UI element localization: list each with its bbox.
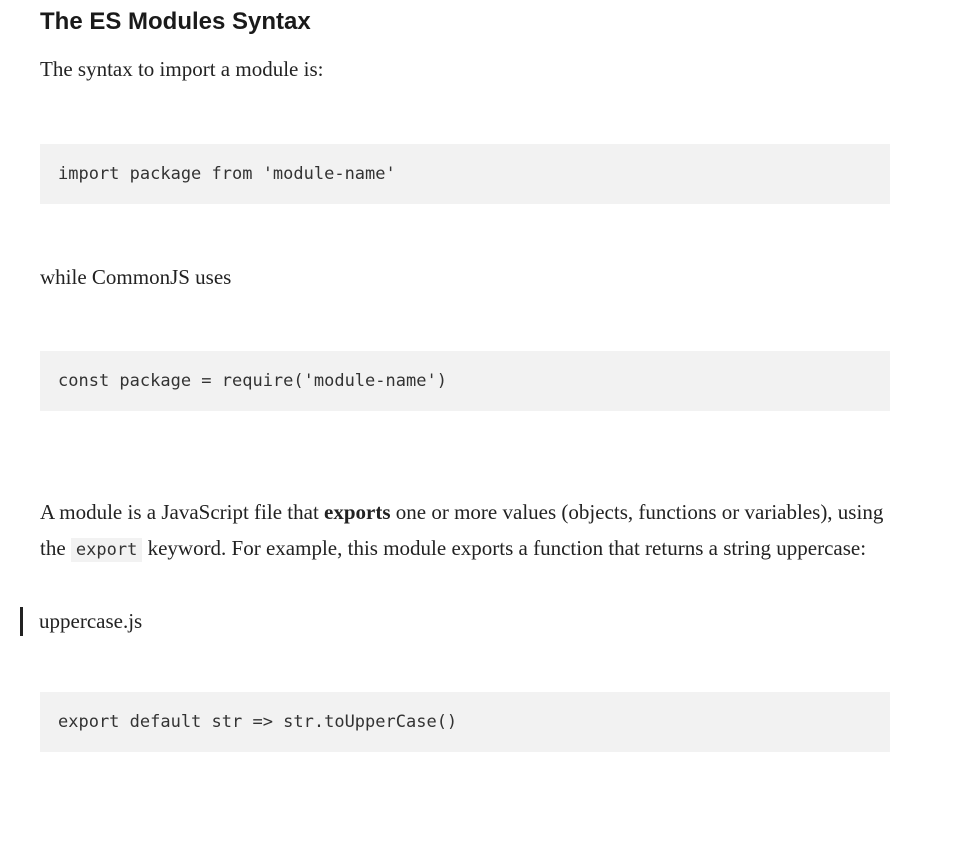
text-fragment: keyword. For example, this module export… — [142, 536, 866, 560]
inline-code-export: export — [71, 538, 142, 562]
spacer — [40, 467, 890, 495]
text-fragment: A module is a JavaScript file that — [40, 500, 324, 524]
intro-paragraph: The syntax to import a module is: — [40, 52, 890, 88]
transition-paragraph: while CommonJS uses — [40, 260, 890, 296]
section-heading: The ES Modules Syntax — [40, 8, 890, 36]
code-block-export-default: export default str => str.toUpperCase() — [40, 692, 890, 752]
module-description-paragraph: A module is a JavaScript file that expor… — [40, 495, 890, 566]
code-block-import: import package from 'module-name' — [40, 144, 890, 204]
filename-label: uppercase.js — [20, 607, 890, 636]
code-block-require: const package = require('module-name') — [40, 351, 890, 411]
article-content: The ES Modules Syntax The syntax to impo… — [40, 8, 890, 752]
exports-bold: exports — [324, 500, 391, 524]
